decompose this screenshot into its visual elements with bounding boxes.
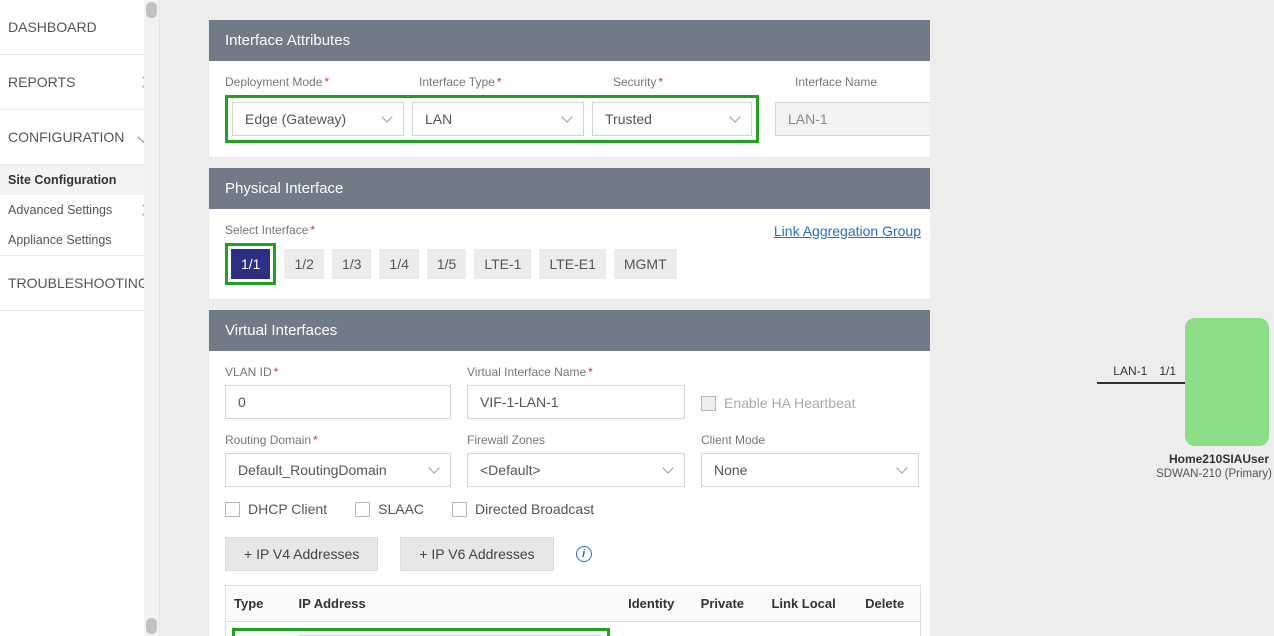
sidebar: DASHBOARD REPORTS CONFIGURATION Site Con… [0,0,160,636]
device-name: Home210SIAUser [1164,452,1274,466]
highlight-box: 1/1 [225,243,276,285]
dropdown-value: <Default> [480,462,541,478]
checkbox-icon [701,396,716,411]
interface-pill-1-2[interactable]: 1/2 [284,249,323,279]
checkbox-icon [225,502,240,517]
main-content: Interface Attributes Deployment Mode* In… [160,0,930,636]
interface-pill-1-3[interactable]: 1/3 [332,249,371,279]
dropdown-value: Default_RoutingDomain [238,462,387,478]
highlight-box: IPv4 [232,628,610,636]
nav-site-configuration[interactable]: Site Configuration [0,165,159,195]
client-mode-select[interactable]: None [701,453,919,487]
vlan-id-label: VLAN ID* [225,365,451,379]
slaac-checkbox[interactable]: SLAAC [355,501,424,517]
interface-name-input [775,102,930,136]
device-node[interactable] [1185,318,1269,446]
add-ipv4-button[interactable]: + IP V4 Addresses [225,537,378,571]
nav-configuration[interactable]: CONFIGURATION [0,110,159,164]
interface-type-select[interactable]: LAN [412,102,584,136]
deployment-mode-select[interactable]: Edge (Gateway) [232,102,404,136]
ip-address-table: Type IP Address Identity Private Link Lo… [225,585,921,636]
routing-domain-label: Routing Domain* [225,433,451,447]
section-header: Interface Attributes [209,20,930,61]
scroll-up-icon[interactable] [146,2,157,18]
checkbox-label: Enable HA Heartbeat [724,395,856,411]
firewall-zones-label: Firewall Zones [467,433,685,447]
info-icon[interactable]: i [576,546,592,562]
dropdown-value: Edge (Gateway) [245,111,346,127]
chevron-down-icon [729,111,740,122]
interface-pill-1-5[interactable]: 1/5 [427,249,466,279]
checkbox-label: SLAAC [378,501,424,517]
chevron-down-icon [428,462,439,473]
nav-advanced-settings[interactable]: Advanced Settings [0,195,159,225]
checkbox-icon [452,502,467,517]
link-aggregation-group-link[interactable]: Link Aggregation Group [774,223,921,239]
sidebar-scrollbar[interactable] [144,0,159,636]
add-ipv6-button[interactable]: + IP V6 Addresses [400,537,553,571]
chevron-down-icon [561,111,572,122]
interface-pill-mgmt[interactable]: MGMT [614,249,677,279]
nav-troubleshooting[interactable]: TROUBLESHOOTING [0,256,159,310]
th-delete: Delete [849,586,920,622]
th-linklocal: Link Local [758,586,849,622]
select-interface-label: Select Interface* [225,223,677,237]
nav-label: REPORTS [8,74,75,90]
dropdown-value: LAN [425,111,452,127]
interface-name-label: Interface Name [795,75,930,89]
checkbox-icon [355,502,370,517]
link-label: LAN-1 1/1 [1113,364,1176,378]
chevron-down-icon [896,462,907,473]
table-row: IPv4 N/A [226,622,921,636]
scroll-down-icon[interactable] [146,618,157,634]
device-subtitle: SDWAN-210 (Primary) [1154,468,1274,480]
interface-attributes-panel: Interface Attributes Deployment Mode* In… [208,20,930,158]
vif-name-input[interactable] [467,385,685,419]
divider [0,310,159,311]
client-mode-label: Client Mode [701,433,919,447]
interface-type-label: Interface Type* [419,75,597,89]
virtual-interfaces-panel: Virtual Interfaces VLAN ID* Virtual Inte… [208,310,930,636]
nav-label: CONFIGURATION [8,129,124,145]
checkbox-label: Directed Broadcast [475,501,594,517]
nav-label: DASHBOARD [8,19,97,35]
nav-appliance-settings[interactable]: Appliance Settings [0,225,159,255]
nav-label: Site Configuration [8,173,116,187]
physical-interface-panel: Physical Interface Select Interface* 1/1… [208,168,930,300]
firewall-zones-select[interactable]: <Default> [467,453,685,487]
nav-label: Appliance Settings [8,233,112,247]
vlan-id-input[interactable] [225,385,451,419]
link-line [1097,382,1185,384]
deployment-mode-label: Deployment Mode* [225,75,403,89]
chevron-down-icon [662,462,673,473]
nav-dashboard[interactable]: DASHBOARD [0,0,159,54]
th-identity: Identity [616,586,687,622]
interface-pill-lte-1[interactable]: LTE-1 [474,249,531,279]
section-header: Virtual Interfaces [209,310,930,351]
nav-label: Advanced Settings [8,203,112,217]
dropdown-value: None [714,462,747,478]
section-header: Physical Interface [209,168,930,209]
directed-broadcast-checkbox[interactable]: Directed Broadcast [452,501,594,517]
th-type: Type [226,586,291,622]
th-private: Private [687,586,758,622]
interface-pill-lte-e1[interactable]: LTE-E1 [539,249,605,279]
routing-domain-select[interactable]: Default_RoutingDomain [225,453,451,487]
topology-diagram: LAN-1 1/1 Home210SIAUser SDWAN-210 (Prim… [930,0,1274,636]
dhcp-client-checkbox[interactable]: DHCP Client [225,501,327,517]
linklocal-value: N/A [758,622,849,636]
security-select[interactable]: Trusted [592,102,752,136]
security-label: Security* [613,75,779,89]
dropdown-value: Trusted [605,111,652,127]
nav-label: TROUBLESHOOTING [8,275,149,291]
checkbox-label: DHCP Client [248,501,327,517]
interface-pill-1-1[interactable]: 1/1 [231,249,270,279]
th-ip: IP Address [291,586,616,622]
interface-pill-1-4[interactable]: 1/4 [379,249,418,279]
enable-ha-heartbeat-checkbox: Enable HA Heartbeat [701,395,856,411]
nav-reports[interactable]: REPORTS [0,55,159,109]
highlight-box: Edge (Gateway) LAN Trusted [225,95,759,143]
chevron-down-icon [381,111,392,122]
vif-name-label: Virtual Interface Name* [467,365,685,379]
